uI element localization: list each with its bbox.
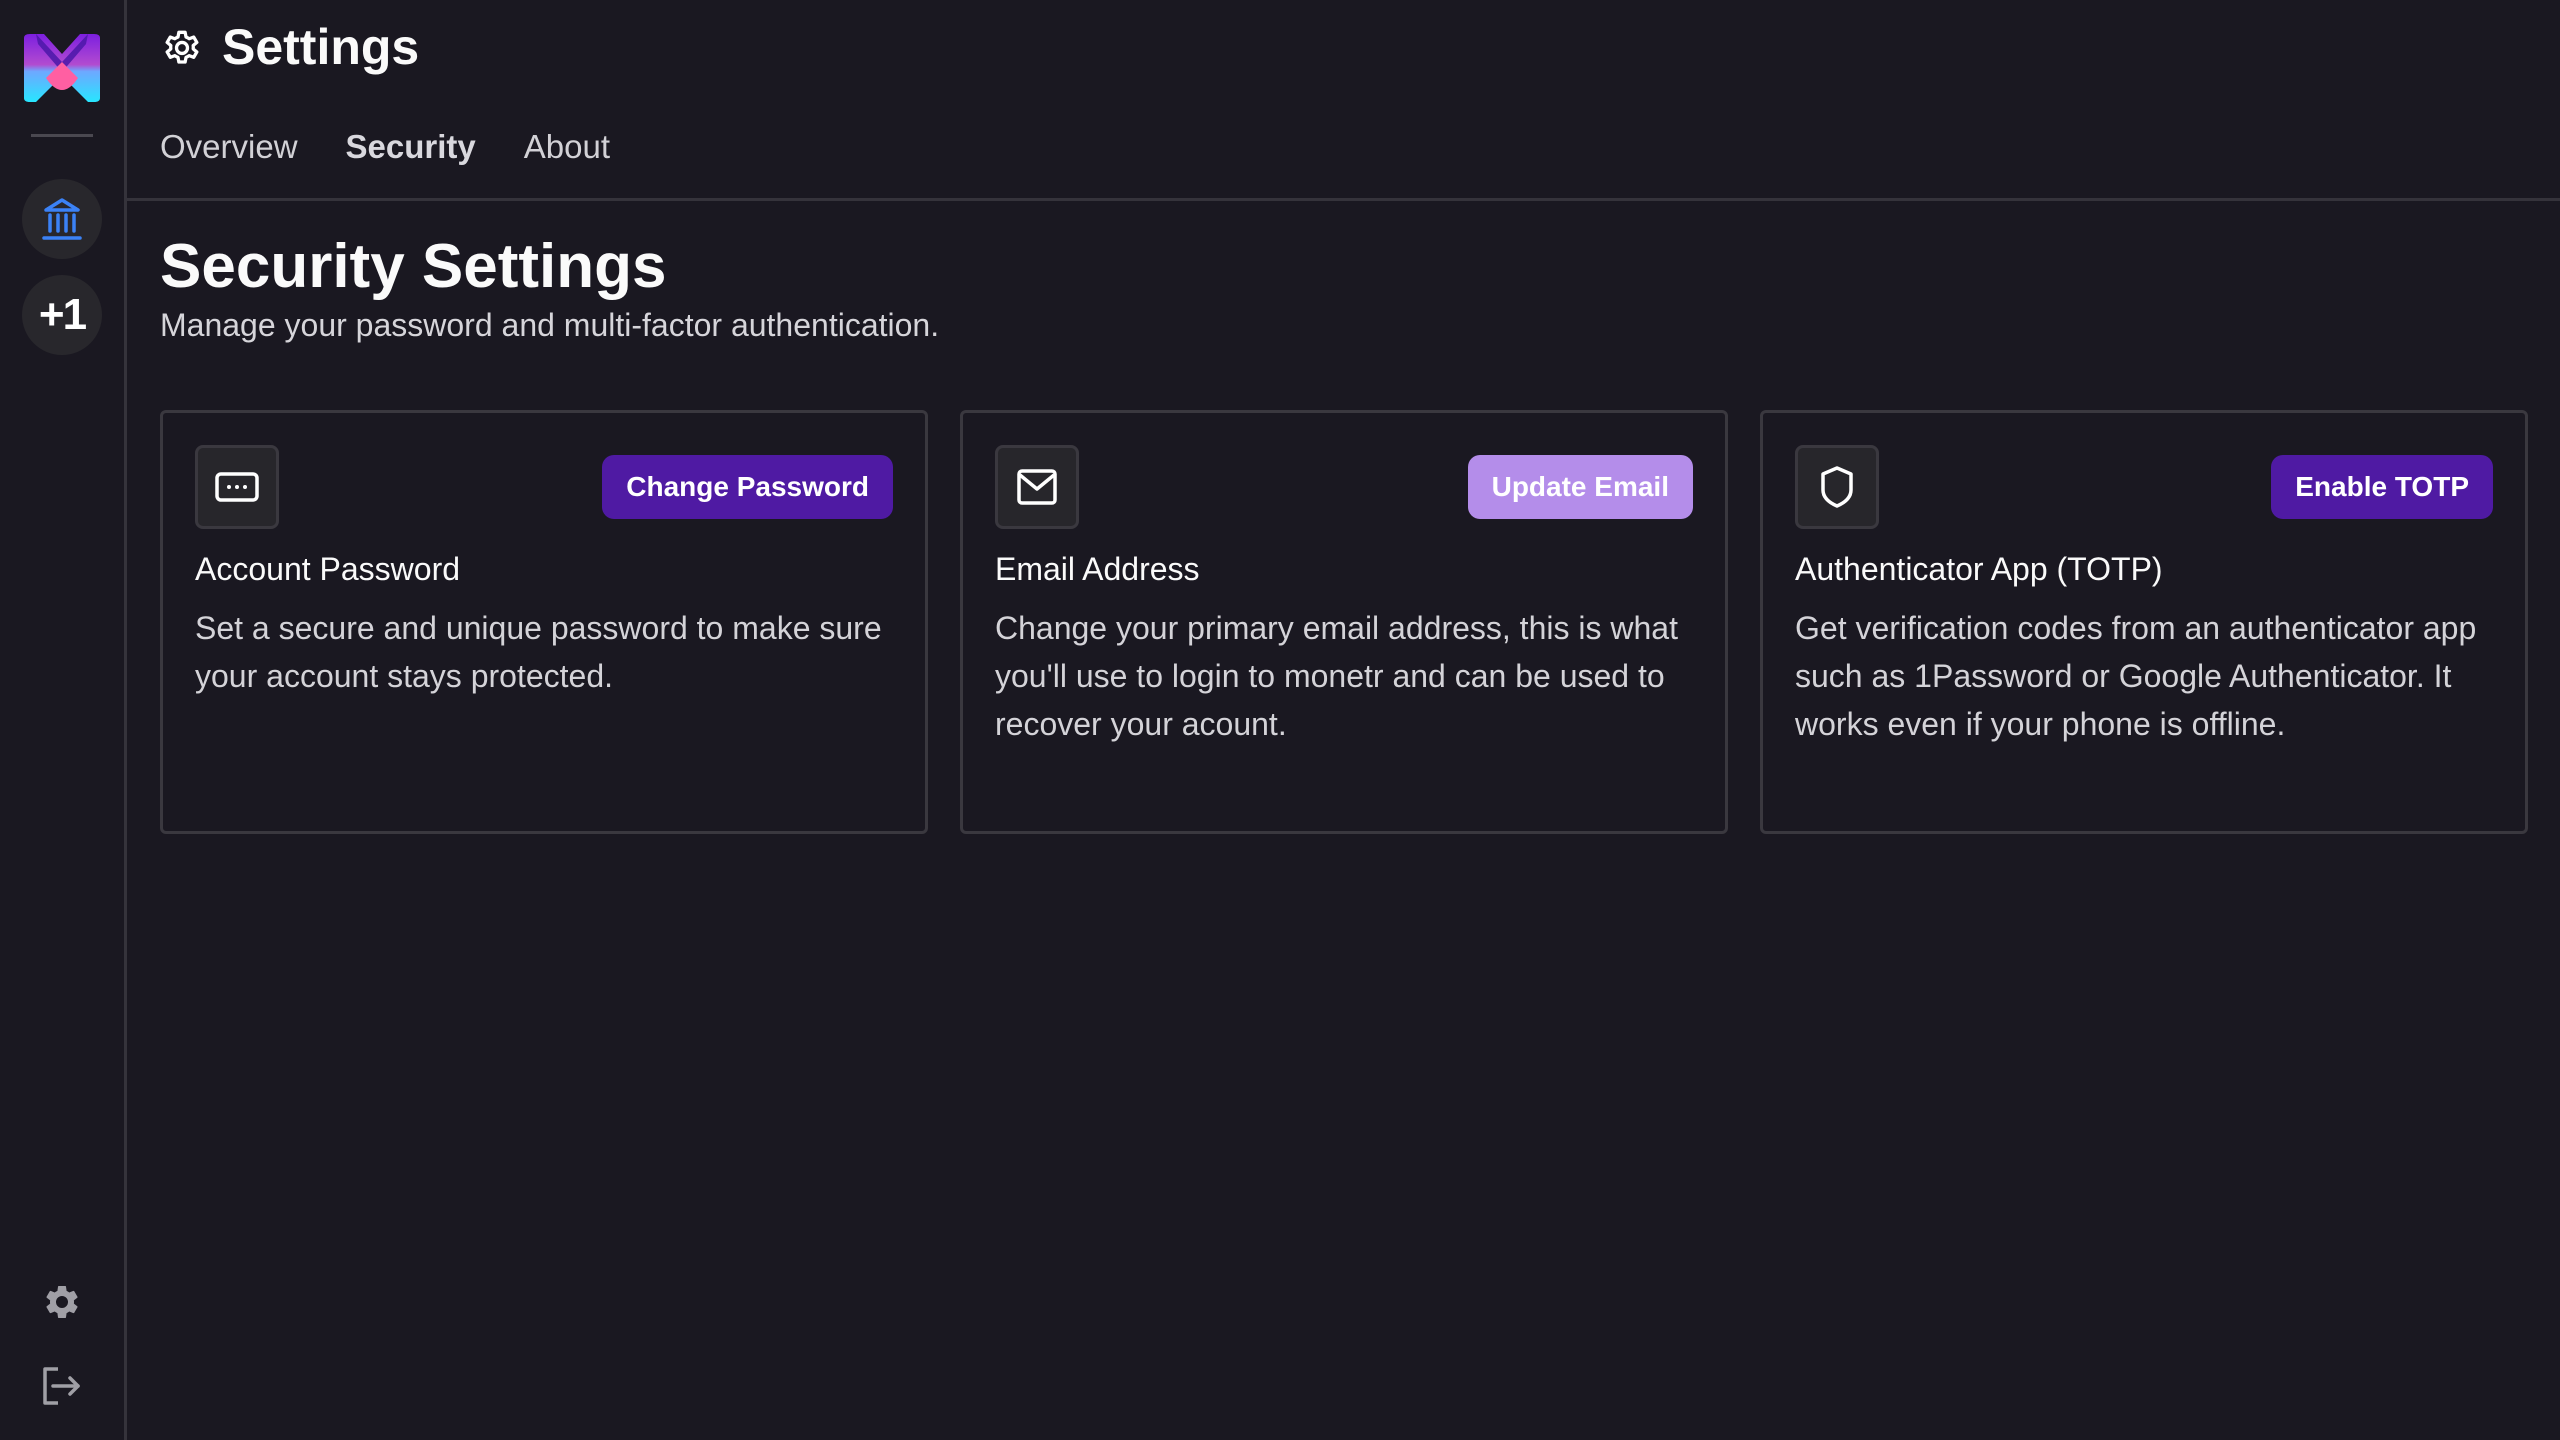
app: +1 Settings Overview Security About Secu… xyxy=(0,0,2560,1440)
mail-icon xyxy=(1017,469,1057,505)
card-title: Authenticator App (TOTP) xyxy=(1795,551,2163,588)
logout-icon xyxy=(43,1367,80,1405)
gear-icon xyxy=(165,30,199,64)
password-icon-box xyxy=(195,445,279,530)
page-header-title: Settings xyxy=(222,19,420,75)
totp-card: Enable TOTP Authenticator App (TOTP) Get… xyxy=(1760,410,2528,835)
card-title: Email Address xyxy=(995,551,1200,588)
sidebar-logout-button[interactable] xyxy=(40,1364,84,1408)
card-description: Change your primary email address, this … xyxy=(995,610,1678,743)
sidebar-bottom xyxy=(0,1280,124,1440)
card-description: Set a secure and unique password to make… xyxy=(195,610,882,695)
monetr-logo[interactable] xyxy=(22,34,102,102)
security-cards: Change Password Account Password Set a s… xyxy=(160,410,2528,835)
gear-icon xyxy=(46,1286,78,1318)
email-card: Update Email Email Address Change your p… xyxy=(960,410,1728,835)
add-link-label: +1 xyxy=(38,290,87,339)
sidebar-item-bank[interactable] xyxy=(22,179,102,259)
update-email-button[interactable]: Update Email xyxy=(1467,455,1693,520)
sidebar-divider xyxy=(31,134,93,137)
tab-overview[interactable]: Overview xyxy=(160,128,298,166)
enable-totp-button[interactable]: Enable TOTP xyxy=(2271,455,2493,520)
security-settings-section: Security Settings Manage your password a… xyxy=(127,201,2560,835)
header-title: Settings xyxy=(160,18,419,76)
password-card: Change Password Account Password Set a s… xyxy=(160,410,928,835)
bank-icon xyxy=(42,198,82,240)
shield-icon-box xyxy=(1795,445,1879,530)
sidebar: +1 xyxy=(0,0,127,1440)
password-icon xyxy=(215,472,259,502)
page-subtitle: Manage your password and multi-factor au… xyxy=(160,307,940,344)
mail-icon-box xyxy=(995,445,1079,530)
card-description: Get verification codes from an authentic… xyxy=(1795,610,2477,743)
sidebar-item-add-link[interactable]: +1 xyxy=(22,275,102,355)
main-content: Settings Overview Security About Securit… xyxy=(127,0,2560,1440)
tab-security[interactable]: Security xyxy=(346,128,476,166)
settings-header: Settings Overview Security About xyxy=(127,0,2560,201)
tab-about[interactable]: About xyxy=(524,128,610,166)
card-title: Account Password xyxy=(195,551,461,588)
change-password-button[interactable]: Change Password xyxy=(602,455,893,520)
page-title: Security Settings xyxy=(160,232,667,301)
shield-icon xyxy=(1821,466,1853,508)
sidebar-settings-button[interactable] xyxy=(40,1280,84,1324)
settings-tabs: Overview Security About xyxy=(160,128,610,166)
